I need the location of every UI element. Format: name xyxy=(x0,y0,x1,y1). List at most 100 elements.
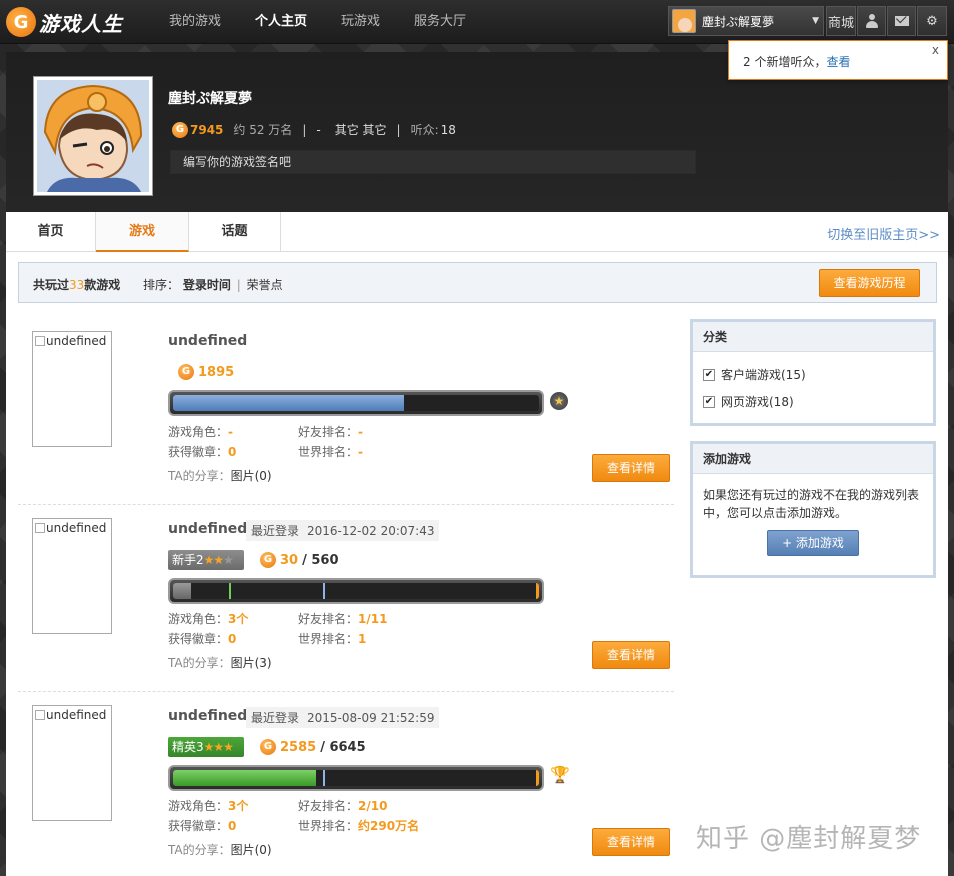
broken-image-icon xyxy=(35,710,45,720)
profile-avatar[interactable] xyxy=(33,76,153,196)
game-thumbnail[interactable]: undefined xyxy=(32,705,112,821)
game-friend-rank: 好友排名：2/10 xyxy=(298,799,388,813)
game-score: G 30/ 560 xyxy=(260,552,339,568)
game-role: 游戏角色：3个 xyxy=(168,612,249,626)
share-pictures-link[interactable]: 图片(3) xyxy=(231,656,272,670)
progress-fill xyxy=(173,395,404,411)
last-login: 最近登录 2015-08-09 21:52:59 xyxy=(246,707,440,728)
honor-coin-icon: G xyxy=(260,552,276,568)
messages-button[interactable] xyxy=(887,6,916,36)
game-level-badge: 精英3★★★ xyxy=(168,737,244,757)
watermark: 知乎 @塵封解夏梦 xyxy=(696,824,922,854)
sort-label: 排序： xyxy=(143,278,180,292)
chevron-down-icon: ▼ xyxy=(812,16,819,26)
profile-region: 其它 其它 xyxy=(334,123,387,137)
sort-options: 排序： 登录时间 | 荣誉点 xyxy=(143,278,283,292)
game-thumbnail[interactable]: undefined xyxy=(32,331,112,447)
share-pictures-link[interactable]: 图片(0) xyxy=(231,469,272,483)
game-share: TA的分享：图片(3) xyxy=(168,656,272,670)
tab-topics[interactable]: 话题 xyxy=(189,212,281,252)
shop-button[interactable]: 商城 xyxy=(826,6,856,36)
game-thumbnail[interactable]: undefined xyxy=(32,518,112,634)
sort-by-honor[interactable]: 荣誉点 xyxy=(247,278,283,292)
signature-input[interactable]: 编写你的游戏签名吧 xyxy=(170,150,696,174)
checkbox-checked[interactable]: ✔ xyxy=(703,368,715,381)
user-avatar xyxy=(672,9,696,33)
game-level-badge: 新手2★★★ xyxy=(168,550,244,570)
logo-icon: G xyxy=(6,7,36,37)
game-progress-bar xyxy=(168,390,544,416)
settings-button[interactable]: ⚙ xyxy=(917,6,947,36)
games-count: 共玩过33款游戏 xyxy=(33,278,121,292)
logo-text: 游戏人生 xyxy=(39,11,123,36)
add-game-title: 添加游戏 xyxy=(693,444,933,474)
game-score: G 1895 xyxy=(178,364,234,380)
game-progress-bar xyxy=(168,765,544,791)
game-friend-rank: 好友排名：- xyxy=(298,425,363,439)
level-stars: ★★★ xyxy=(203,553,234,567)
game-badges: 获得徽章：0 xyxy=(168,819,237,833)
category-title: 分类 xyxy=(693,322,933,352)
top-navigation-bar: G 游戏人生 我的游戏 个人主页 玩游戏 服务大厅 塵封ぷ解夏夢 ▼ 商城 ⚙ xyxy=(0,0,954,44)
nav-profile[interactable]: 个人主页 xyxy=(238,0,324,44)
close-icon[interactable]: x xyxy=(932,43,939,57)
game-world-rank: 世界排名：约290万名 xyxy=(298,819,420,833)
sort-by-login-time[interactable]: 登录时间 xyxy=(183,278,231,292)
tab-games[interactable]: 游戏 xyxy=(96,212,189,252)
game-world-rank: 世界排名：- xyxy=(298,445,363,459)
game-progress-bar xyxy=(168,578,544,604)
listeners-label: 听众: xyxy=(410,123,439,137)
add-game-button[interactable]: + 添加游戏 xyxy=(767,530,859,556)
game-item: undefined undefined 最近登录 2016-12-02 20:07… xyxy=(18,504,674,690)
game-friend-rank: 好友排名：1/11 xyxy=(298,612,388,626)
listeners-count[interactable]: 18 xyxy=(441,123,456,137)
game-badges: 获得徽章：0 xyxy=(168,445,237,459)
notification-view-link[interactable]: 查看 xyxy=(826,55,850,69)
share-pictures-link[interactable]: 图片(0) xyxy=(231,843,272,857)
add-game-box: 添加游戏 如果您还有玩过的游戏不在我的游戏列表中，您可以点击添加游戏。 + 添加… xyxy=(690,441,936,578)
mail-icon xyxy=(894,16,909,26)
logo[interactable]: G 游戏人生 xyxy=(6,6,123,38)
game-name[interactable]: undefined xyxy=(168,521,247,537)
checkbox-checked[interactable]: ✔ xyxy=(703,395,715,408)
category-box: 分类 ✔ 客户端游戏(15) ✔ 网页游戏(18) xyxy=(690,319,936,426)
game-share: TA的分享：图片(0) xyxy=(168,469,272,483)
add-game-description: 如果您还有玩过的游戏不在我的游戏列表中，您可以点击添加游戏。 xyxy=(703,488,920,520)
game-item: undefined undefined G 1895 ★ 游戏角色：- 好友排名：… xyxy=(18,312,674,498)
category-web-games[interactable]: ✔ 网页游戏(18) xyxy=(703,393,794,410)
star-badge-icon: ★ xyxy=(550,392,568,410)
separator: | xyxy=(302,122,307,137)
category-client-games[interactable]: ✔ 客户端游戏(15) xyxy=(703,366,806,383)
view-game-history-button[interactable]: 查看游戏历程 xyxy=(819,269,920,297)
profile-score: 7945 xyxy=(190,122,224,137)
honor-coin-icon: G xyxy=(260,739,276,755)
gear-icon: ⚙ xyxy=(926,13,938,29)
tab-home[interactable]: 首页 xyxy=(6,212,96,252)
game-score: G 2585/ 6645 xyxy=(260,739,366,755)
game-name[interactable]: undefined xyxy=(168,333,247,349)
game-name[interactable]: undefined xyxy=(168,708,247,724)
games-count-number: 33 xyxy=(69,278,85,292)
progress-fill xyxy=(173,770,316,786)
avatar-illustration xyxy=(37,80,149,192)
progress-marker xyxy=(323,770,325,786)
view-details-button[interactable]: 查看详情 xyxy=(592,641,670,669)
nav-service-hall[interactable]: 服务大厅 xyxy=(397,0,483,44)
honor-coin-icon: G xyxy=(172,121,188,138)
new-listeners-notification: 2 个新增听众，查看 x xyxy=(728,40,948,80)
game-badges: 获得徽章：0 xyxy=(168,632,237,646)
honor-coin-icon: G xyxy=(178,364,194,380)
user-menu[interactable]: 塵封ぷ解夏夢 ▼ xyxy=(668,6,824,36)
view-details-button[interactable]: 查看详情 xyxy=(592,454,670,482)
progress-marker xyxy=(229,583,231,599)
game-world-rank: 世界排名：1 xyxy=(298,632,367,646)
friends-button[interactable] xyxy=(857,6,886,36)
game-item: undefined undefined 最近登录 2015-08-09 21:52… xyxy=(18,691,674,876)
view-details-button[interactable]: 查看详情 xyxy=(592,828,670,856)
nav-my-games[interactable]: 我的游戏 xyxy=(152,0,238,44)
switch-old-version-link[interactable]: 切换至旧版主页>> xyxy=(827,224,940,243)
separator: | xyxy=(396,122,401,137)
progress-marker xyxy=(323,583,325,599)
profile-stats: G 7945 约 52 万名 | - 其它 其它 | 听众: 18 xyxy=(172,121,456,138)
nav-play-games[interactable]: 玩游戏 xyxy=(324,0,397,44)
